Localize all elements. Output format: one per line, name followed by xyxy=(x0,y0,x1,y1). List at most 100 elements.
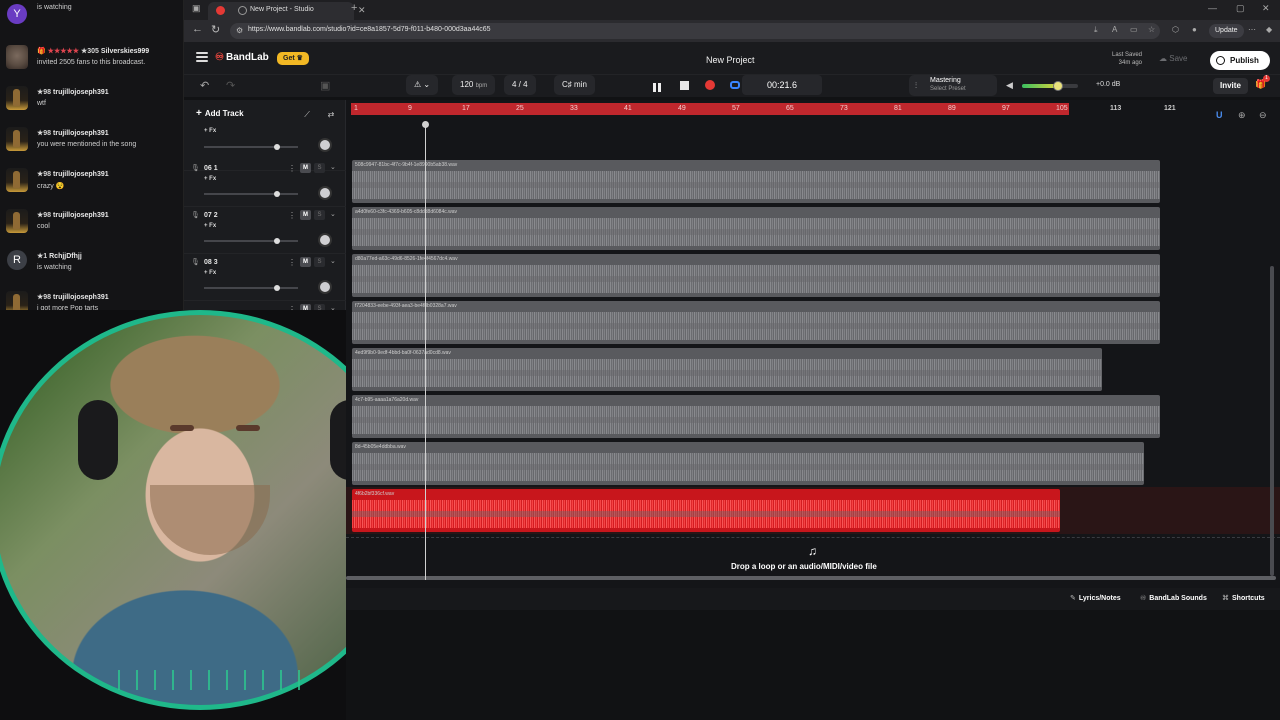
tab-close-icon[interactable]: ✕ xyxy=(358,5,366,16)
add-fx-button[interactable]: + Fx xyxy=(204,176,216,182)
chat-username[interactable]: ★98 trujillojoseph391 xyxy=(37,293,109,301)
lyrics-notes-button[interactable]: ✎ Lyrics/Notes xyxy=(1070,594,1121,602)
update-button[interactable]: Update xyxy=(1209,24,1244,38)
loop-region[interactable] xyxy=(351,103,1069,115)
microphone-icon[interactable]: 🎙 xyxy=(191,211,200,219)
chevron-down-icon[interactable]: ⌄ xyxy=(330,257,336,265)
cast-icon[interactable]: ▭ xyxy=(1130,25,1138,34)
metronome-control[interactable]: ⚠ ⌄ xyxy=(406,75,439,95)
more-menu-icon[interactable]: ⋯ xyxy=(1248,25,1256,34)
chat-username[interactable]: 🎁 ★★★★★ ★305 Silverskies999 xyxy=(37,47,149,55)
url-field[interactable]: ⚙ https://www.bandlab.com/studio?id=ce8a… xyxy=(230,23,1160,39)
microphone-icon[interactable]: 🎙 xyxy=(191,258,200,266)
maximize-icon[interactable]: ▢ xyxy=(1236,3,1245,14)
audio-clip[interactable]: 4c7-b95-aaaa1a76a20d.wav xyxy=(352,395,1160,438)
avatar[interactable] xyxy=(6,45,28,69)
new-tab-icon[interactable]: + xyxy=(351,2,357,14)
profile-avatar-icon[interactable]: ● xyxy=(1192,25,1197,34)
track-menu-icon[interactable]: ⋮ xyxy=(288,258,296,267)
stop-button[interactable] xyxy=(680,81,689,90)
gift-icon[interactable]: 🎁 1 xyxy=(1255,75,1270,93)
automation-icon[interactable]: ⟋ xyxy=(300,108,314,122)
track-name[interactable]: 06 1 xyxy=(204,165,218,172)
solo-button[interactable]: S xyxy=(314,257,325,267)
assistant-icon[interactable]: ◆ xyxy=(1266,25,1272,34)
redo-icon[interactable]: ↷ xyxy=(226,79,235,92)
solo-button[interactable]: S xyxy=(314,163,325,173)
zoom-out-icon[interactable]: ⊖ xyxy=(1259,110,1267,121)
chat-username[interactable]: ★98 trujillojoseph391 xyxy=(37,129,109,137)
shortcuts-button[interactable]: ⌘ Shortcuts xyxy=(1222,594,1265,602)
pan-knob[interactable] xyxy=(318,280,332,294)
track-header[interactable]: 🎙 08 3 ⋮ M S ⌄ + Fx xyxy=(184,254,346,301)
avatar[interactable] xyxy=(6,168,28,192)
time-signature-field[interactable]: 4 / 4 xyxy=(504,75,536,95)
avatar-letter[interactable]: Y xyxy=(7,4,27,24)
speaker-icon[interactable]: ◀ xyxy=(1006,80,1013,91)
chevron-down-icon[interactable]: ⌄ xyxy=(330,210,336,218)
window-menu-icon[interactable]: ▣ xyxy=(192,3,201,14)
back-icon[interactable]: ← xyxy=(192,23,203,35)
add-fx-button[interactable]: + Fx xyxy=(204,223,216,229)
pan-knob[interactable] xyxy=(318,233,332,247)
audio-clip[interactable]: f7204833-eebe-493f-aea3-be4f8b0328a7.wav xyxy=(352,301,1160,344)
pause-button[interactable] xyxy=(652,79,664,92)
audio-clip[interactable]: 4f6b2bf336cf.wav xyxy=(352,489,1060,532)
mute-button[interactable]: M xyxy=(300,257,311,267)
slider-handle[interactable] xyxy=(274,144,280,150)
add-track-button[interactable]: + Add Track xyxy=(196,108,244,119)
track-volume-slider[interactable] xyxy=(204,285,298,291)
hamburger-menu-icon[interactable] xyxy=(196,52,208,62)
record-button[interactable] xyxy=(705,80,715,90)
master-volume-slider[interactable] xyxy=(1022,81,1078,91)
pan-knob[interactable] xyxy=(318,138,332,152)
add-fx-button[interactable]: + Fx xyxy=(204,128,216,134)
mute-button[interactable]: M xyxy=(300,210,311,220)
track-name[interactable]: 07 2 xyxy=(204,212,218,219)
microphone-icon[interactable]: 🎙 xyxy=(191,164,200,172)
loop-button[interactable] xyxy=(730,81,740,89)
avatar[interactable] xyxy=(6,209,28,233)
save-button[interactable]: ☁ Save xyxy=(1159,54,1187,63)
add-fx-button[interactable]: + Fx xyxy=(204,270,216,276)
bandlab-logo[interactable]: ♾ BandLab xyxy=(215,52,269,63)
slider-handle[interactable] xyxy=(274,191,280,197)
avatar[interactable] xyxy=(6,127,28,151)
mute-button[interactable]: M xyxy=(300,163,311,173)
snap-magnet-icon[interactable]: U xyxy=(1216,110,1223,120)
track-volume-slider[interactable] xyxy=(204,191,298,197)
publish-button[interactable]: Publish xyxy=(1210,51,1270,70)
reload-icon[interactable]: ↻ xyxy=(211,23,220,36)
tempo-field[interactable]: 120 bpm xyxy=(452,75,496,95)
chat-username[interactable]: ★98 trujillojoseph391 xyxy=(37,211,109,219)
drop-zone[interactable]: ♫ Drop a loop or an audio/MIDI/video fil… xyxy=(346,537,1280,577)
track-volume-slider[interactable] xyxy=(204,144,298,150)
track-menu-icon[interactable]: ⋮ xyxy=(288,164,296,173)
undo-icon[interactable]: ↶ xyxy=(200,79,209,92)
playhead[interactable] xyxy=(422,121,429,580)
bar-ruler[interactable]: 1 9 17 25 33 41 49 57 65 73 81 89 97 105 113 121 xyxy=(346,103,1280,115)
volume-knob[interactable] xyxy=(1053,81,1064,91)
mastering-preset-button[interactable]: ⫶ Mastering Select Preset xyxy=(909,75,997,96)
track-menu-icon[interactable]: ⋮ xyxy=(288,211,296,220)
translate-icon[interactable]: A xyxy=(1112,25,1117,34)
audio-clip[interactable]: d80a77ed-a63c-49d6-8526-1fe4f4567dc4.wav xyxy=(352,254,1160,297)
tools-icon[interactable]: ▣ xyxy=(320,79,330,92)
bookmark-star-icon[interactable]: ☆ xyxy=(1148,25,1155,34)
timeline-area[interactable]: 1 9 17 25 33 41 49 57 65 73 81 89 97 105 113 121 U ⊕ ⊖ … xyxy=(346,100,1280,610)
solo-button[interactable]: S xyxy=(314,210,325,220)
minimize-icon[interactable]: — xyxy=(1208,3,1217,13)
key-field[interactable]: C♯ min xyxy=(554,75,595,95)
chat-username[interactable]: ★98 trujillojoseph391 xyxy=(37,88,109,96)
download-icon[interactable]: ⤓ xyxy=(1094,25,1098,35)
invite-button[interactable]: Invite xyxy=(1213,78,1248,94)
track-name[interactable]: 08 3 xyxy=(204,259,218,266)
audio-clip[interactable]: 508c9947-81bc-4f7c-9b4f-1e8990b5ab38.wav xyxy=(352,160,1160,203)
vertical-scrollbar[interactable] xyxy=(1270,266,1274,576)
pan-knob[interactable] xyxy=(318,186,332,200)
audio-clip[interactable]: a4d0fe60-c3fc-4369-b605-c8ddd8d6084c.wav xyxy=(352,207,1160,250)
browser-tab[interactable]: New Project - Studio ✕ xyxy=(208,2,366,20)
audio-clip[interactable]: 4ed9f9b0-9edf-4bbd-ba0f-0637ad0cd8.wav xyxy=(352,348,1102,391)
track-volume-slider[interactable] xyxy=(204,238,298,244)
extensions-icon[interactable]: ⬡ xyxy=(1172,25,1179,34)
